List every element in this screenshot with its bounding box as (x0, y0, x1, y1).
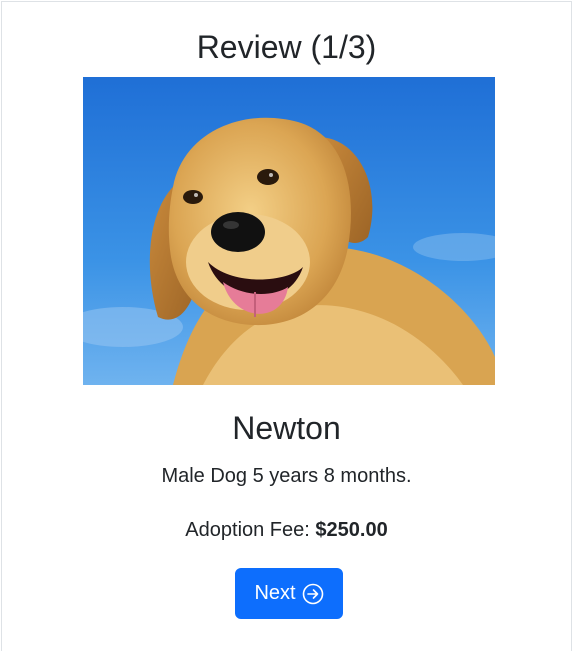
arrow-right-circle-icon (302, 583, 323, 604)
pet-photo (83, 77, 495, 385)
golden-retriever-photo-icon (83, 77, 495, 385)
page-title: Review (1/3) (196, 29, 377, 65)
review-card: Review (1/3) Newton Male Dog 5 years 8 m… (1, 1, 572, 651)
next-button-label: Next (254, 582, 296, 604)
fee-label: Adoption Fee: (185, 519, 310, 541)
next-button[interactable]: Next (235, 568, 343, 619)
fee-value: $250.00 (315, 519, 388, 541)
pet-details: Male Dog 5 years 8 months. (161, 465, 412, 487)
pet-name: Newton (232, 410, 341, 446)
adoption-fee: Adoption Fee: $250.00 (2, 517, 571, 543)
